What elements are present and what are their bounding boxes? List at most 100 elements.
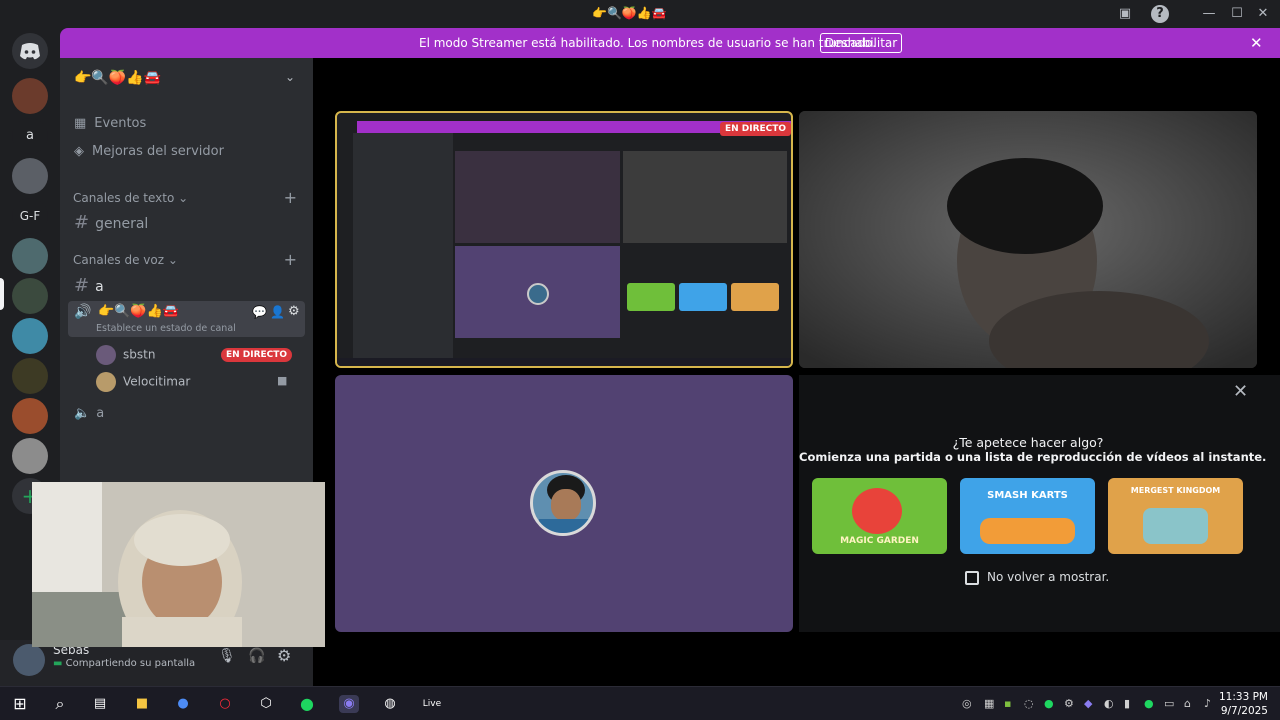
streamer-mode-banner: El modo Streamer está habilitado. Los no… xyxy=(60,28,1280,58)
server-a[interactable]: a xyxy=(12,118,48,154)
live-badge: EN DIRECTO xyxy=(221,348,292,362)
channel-label: a xyxy=(96,406,105,421)
window-title: 👉🔍🍑👍🚘 xyxy=(592,6,667,20)
tray-icon[interactable]: ● xyxy=(1044,697,1054,710)
file-explorer-icon[interactable]: ■ xyxy=(132,695,152,713)
server-icon[interactable] xyxy=(12,318,48,354)
nested-screen xyxy=(455,151,620,243)
webcam-feed xyxy=(32,482,325,647)
server-icon[interactable] xyxy=(12,238,48,274)
activity-subtitle: Comienza una partida o una lista de repr… xyxy=(799,450,1267,464)
chat-icon[interactable]: 💬 xyxy=(252,305,267,319)
dont-show-checkbox[interactable]: No volver a mostrar. xyxy=(965,570,1109,585)
close-icon[interactable]: ✕ xyxy=(1254,5,1272,23)
windows-start-icon[interactable]: ⊞ xyxy=(10,695,30,713)
voice-member[interactable]: Velocitimar xyxy=(96,372,190,392)
obs-icon[interactable]: ◍ xyxy=(380,695,400,713)
battery-icon[interactable]: ▭ xyxy=(1164,697,1174,710)
chevron-down-icon[interactable]: ⌄ xyxy=(285,70,295,84)
game-card-smash-karts[interactable]: SMASH KARTS xyxy=(960,478,1095,554)
banner-message: El modo Streamer está habilitado. Los no… xyxy=(419,36,877,50)
user-status: ▬ Compartiendo su pantalla xyxy=(53,658,195,669)
channel-a[interactable]: # a xyxy=(74,275,104,296)
app-icon[interactable]: ● xyxy=(173,695,193,713)
add-voice-channel-icon[interactable]: + xyxy=(284,250,297,269)
mic-icon[interactable]: 🎙 xyxy=(218,648,236,664)
boosts-label: Mejoras del servidor xyxy=(92,144,224,159)
banner-close-icon[interactable]: ✕ xyxy=(1250,34,1263,52)
server-gf[interactable]: G-F xyxy=(12,198,48,234)
clock[interactable]: 11:33 PM 9/7/2025 xyxy=(1219,690,1268,718)
member-name: Velocitimar xyxy=(123,374,191,389)
server-icon[interactable] xyxy=(12,358,48,394)
server-icon[interactable] xyxy=(12,438,48,474)
add-text-channel-icon[interactable]: + xyxy=(284,188,297,207)
task-view-icon[interactable]: ▤ xyxy=(90,695,110,713)
game-card-mergest-kingdom[interactable]: MERGEST KINGDOM xyxy=(1108,478,1243,554)
camera-tile[interactable] xyxy=(799,111,1257,368)
volume-icon[interactable]: ♪ xyxy=(1204,697,1211,710)
tray-icon[interactable]: ▦ xyxy=(984,697,994,710)
spotify-tray-icon[interactable]: ● xyxy=(1144,697,1154,710)
discord-home-button[interactable] xyxy=(12,33,48,69)
tray-icon[interactable]: ◎ xyxy=(962,697,972,710)
channel-status[interactable]: Establece un estado de canal xyxy=(96,323,236,334)
dont-show-label: No volver a mostrar. xyxy=(987,570,1110,584)
camera-feed xyxy=(799,111,1257,368)
webcam-overlay[interactable] xyxy=(32,482,325,647)
game-card-magic-garden[interactable]: MAGIC GARDEN xyxy=(812,478,947,554)
server-name[interactable]: 👉🔍🍑👍🚘 xyxy=(74,70,161,86)
server-icon[interactable] xyxy=(12,158,48,194)
tray-icon[interactable]: ◌ xyxy=(1024,697,1034,710)
close-icon[interactable]: ✕ xyxy=(1233,381,1248,402)
checkbox-box[interactable] xyxy=(965,570,979,585)
nested-taskbar xyxy=(337,358,791,366)
tray-icon[interactable]: ⚙ xyxy=(1064,697,1074,710)
maximize-icon[interactable]: ☐ xyxy=(1228,5,1246,23)
spotify-icon[interactable]: ● xyxy=(297,695,317,713)
voice-channel-name: 👉🔍🍑👍🚘 xyxy=(98,304,179,319)
screen-share-tile[interactable]: EN DIRECTO xyxy=(335,111,793,368)
voice-category-label: Canales de voz xyxy=(73,253,165,267)
live-app-button[interactable]: Live xyxy=(420,695,444,713)
app-icon[interactable]: ⬡ xyxy=(256,695,276,713)
network-icon[interactable]: ⌂ xyxy=(1184,697,1191,710)
discord-taskbar-icon[interactable]: ◉ xyxy=(339,695,359,713)
disable-streamer-button[interactable]: Deshabilitar xyxy=(820,33,902,53)
voice-category[interactable]: Canales de voz ⌄ xyxy=(73,253,178,267)
camera-icon: ■ xyxy=(277,374,288,387)
add-member-icon[interactable]: 👤 xyxy=(270,305,285,319)
channel-label: a xyxy=(95,279,104,295)
text-category[interactable]: Canales de texto ⌄ xyxy=(73,191,188,205)
gear-icon[interactable]: ⚙ xyxy=(288,304,300,319)
title-bar: 👉🔍🍑👍🚘 ▣ ? — ☐ ✕ xyxy=(0,0,1280,28)
boost-icon: ◈ xyxy=(74,144,84,159)
channel-a-voice[interactable]: 🔈 a xyxy=(74,406,104,421)
tray-icon[interactable]: ◆ xyxy=(1084,697,1092,710)
server-icon[interactable] xyxy=(12,78,48,114)
events-item[interactable]: ▦ Eventos xyxy=(74,116,146,131)
help-icon[interactable]: ? xyxy=(1151,5,1169,23)
avatar[interactable] xyxy=(13,644,45,676)
gear-icon[interactable]: ⚙ xyxy=(277,646,291,665)
opera-icon[interactable]: ○ xyxy=(215,695,235,713)
headphones-icon[interactable]: 🎧 xyxy=(248,648,265,664)
server-icon-selected[interactable] xyxy=(12,278,48,314)
avatar xyxy=(96,372,116,392)
events-label: Eventos xyxy=(94,116,147,131)
chevron-down-icon: ⌄ xyxy=(167,253,178,267)
inbox-icon[interactable]: ▣ xyxy=(1116,5,1134,23)
kingdom-icon xyxy=(1143,508,1208,544)
server-icon[interactable] xyxy=(12,398,48,434)
server-boosts-item[interactable]: ◈ Mejoras del servidor xyxy=(74,144,224,159)
text-category-label: Canales de texto xyxy=(73,191,175,205)
mic-tray-icon[interactable]: ▮ xyxy=(1124,697,1130,710)
nvidia-icon[interactable]: ▪ xyxy=(1004,697,1011,710)
steam-icon[interactable]: ◐ xyxy=(1104,697,1114,710)
search-icon[interactable]: ⌕ xyxy=(50,695,70,713)
minimize-icon[interactable]: — xyxy=(1200,5,1218,23)
voice-channel-active[interactable]: 🔊 👉🔍🍑👍🚘 Establece un estado de canal 💬 👤… xyxy=(68,301,305,337)
user-avatar-tile[interactable] xyxy=(335,375,793,632)
voice-member[interactable]: sbstn xyxy=(96,345,155,365)
channel-general[interactable]: # general xyxy=(74,212,148,233)
